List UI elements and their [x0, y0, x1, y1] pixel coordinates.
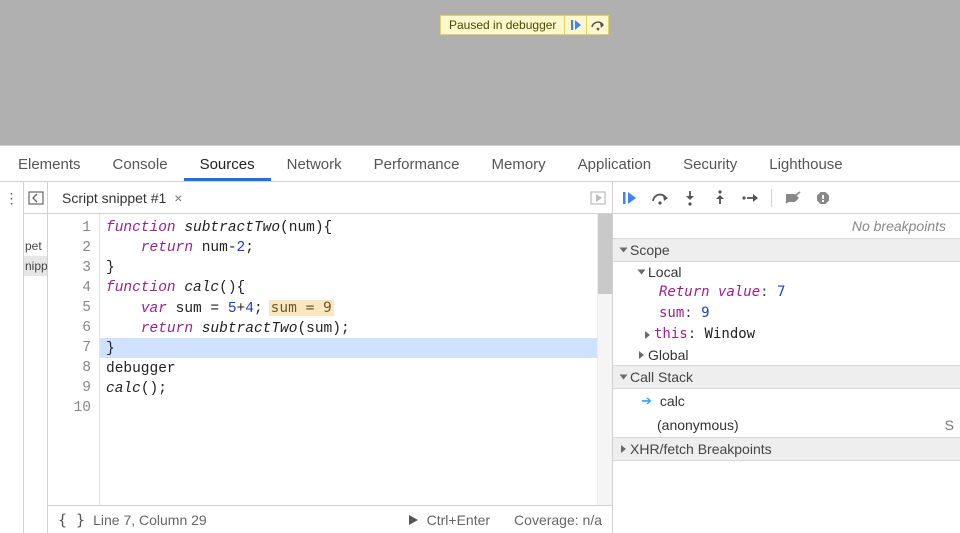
resume-button-icon[interactable] [621, 189, 639, 207]
scope-return-value[interactable]: Return value: 7 [613, 282, 960, 303]
step-over-icon[interactable] [586, 16, 608, 34]
step-button-icon[interactable] [741, 189, 759, 207]
devtools-main-tabs: Elements Console Sources Network Perform… [0, 146, 960, 182]
code-body[interactable]: function subtractTwo(num){ return num-2;… [100, 214, 597, 505]
scope-variable-sum[interactable]: sum: 9 [613, 303, 960, 324]
tab-memory[interactable]: Memory [476, 148, 562, 181]
pause-on-exceptions-icon[interactable] [814, 189, 832, 207]
navigator-toggle-icon[interactable] [24, 182, 47, 214]
scope-section-header[interactable]: Scope [613, 238, 960, 262]
editor-scrollbar[interactable] [597, 214, 612, 505]
paused-in-debugger-pill: Paused in debugger [440, 15, 609, 35]
pretty-print-icon[interactable]: { } [58, 511, 85, 529]
chevron-right-icon [621, 445, 626, 453]
scope-global[interactable]: Global [613, 345, 960, 365]
more-options-icon[interactable]: ⋮ [0, 182, 24, 533]
nav-item-1[interactable]: nipp [24, 256, 47, 276]
chevron-right-icon [639, 351, 644, 359]
step-into-button-icon[interactable] [681, 189, 699, 207]
editor-status-bar: { } Line 7, Column 29 Ctrl+Enter Coverag… [48, 505, 612, 533]
chevron-down-icon [620, 248, 628, 253]
run-icon[interactable] [408, 514, 419, 526]
navigator-panel: pet nipp [24, 182, 48, 533]
deactivate-breakpoints-icon[interactable] [784, 189, 802, 207]
editor-tab-title: Script snippet #1 [62, 190, 166, 206]
step-out-button-icon[interactable] [711, 189, 729, 207]
resume-icon[interactable] [564, 16, 586, 34]
tab-performance[interactable]: Performance [358, 148, 476, 181]
editor-tab[interactable]: Script snippet #1 × [54, 186, 190, 210]
code-editor[interactable]: 12345678910 function subtractTwo(num){ r… [48, 214, 612, 505]
chevron-down-icon [638, 270, 646, 275]
debugger-panel: No breakpoints Scope Local Return value:… [613, 182, 960, 533]
stack-frame-calc[interactable]: ➔ calc [613, 389, 960, 413]
step-over-button-icon[interactable] [651, 189, 669, 207]
stack-frame-anonymous[interactable]: (anonymous) S [613, 413, 960, 437]
tab-console[interactable]: Console [97, 148, 184, 181]
editor-panel: Script snippet #1 × 12345678910 function… [48, 182, 613, 533]
paused-label: Paused in debugger [441, 18, 564, 32]
chevron-right-icon [645, 331, 650, 339]
scope-local[interactable]: Local [613, 262, 960, 282]
run-hint: Ctrl+Enter [427, 512, 490, 528]
tab-security[interactable]: Security [667, 148, 753, 181]
debugger-toolbar [613, 182, 960, 214]
tab-lighthouse[interactable]: Lighthouse [753, 148, 858, 181]
editor-tabs: Script snippet #1 × [48, 182, 612, 214]
line-gutter: 12345678910 [48, 214, 100, 505]
xhr-section-header[interactable]: XHR/fetch Breakpoints [613, 437, 960, 461]
tab-elements[interactable]: Elements [2, 148, 97, 181]
coverage-label: Coverage: n/a [514, 512, 602, 528]
callstack-section-header[interactable]: Call Stack [613, 365, 960, 389]
nav-item-0[interactable]: pet [24, 236, 47, 256]
cursor-position: Line 7, Column 29 [93, 512, 207, 528]
scope-this[interactable]: this: Window [613, 324, 960, 345]
devtools-panel: Elements Console Sources Network Perform… [0, 145, 960, 533]
chevron-down-icon [620, 375, 628, 380]
close-tab-icon[interactable]: × [174, 190, 182, 206]
current-frame-icon: ➔ [641, 393, 652, 409]
tab-application[interactable]: Application [562, 148, 667, 181]
no-breakpoints-label: No breakpoints [613, 214, 960, 238]
tab-sources[interactable]: Sources [184, 148, 271, 181]
tab-network[interactable]: Network [271, 148, 358, 181]
run-snippet-icon[interactable] [590, 191, 606, 205]
